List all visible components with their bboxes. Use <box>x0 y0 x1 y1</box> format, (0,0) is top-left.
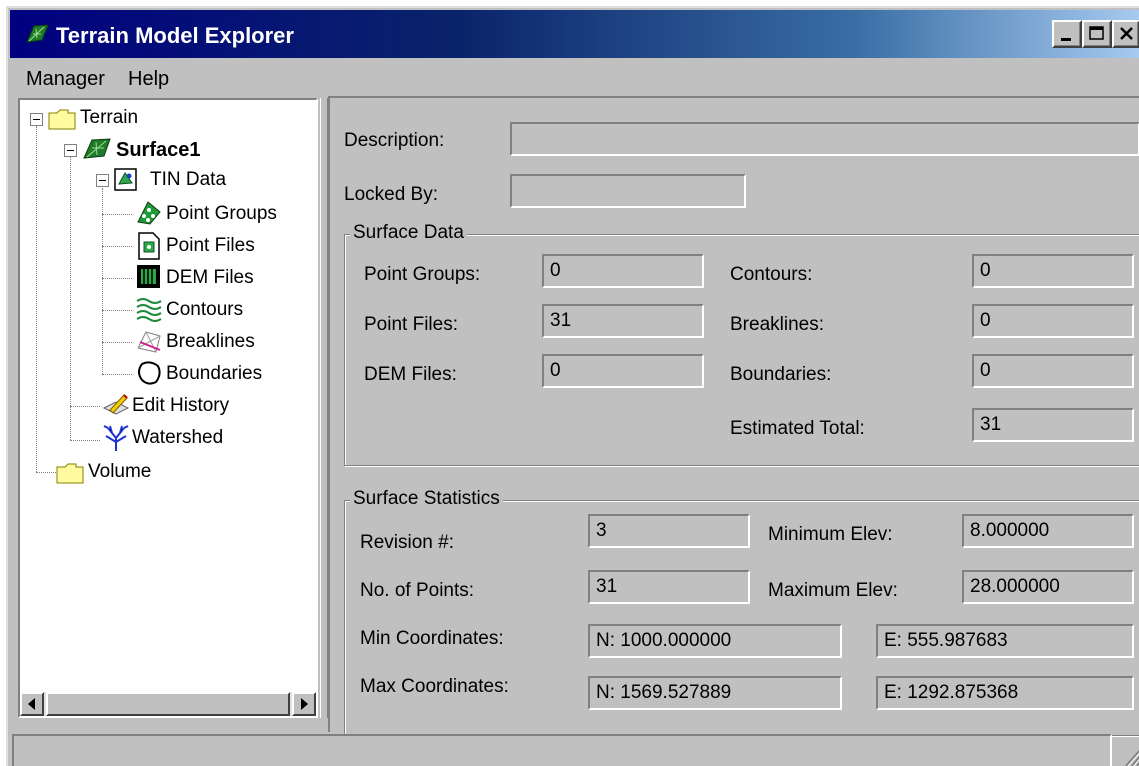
locked-by-label: Locked By: <box>344 184 438 205</box>
surface-details-panel: Description: Locked By: Surface Data Poi… <box>328 96 1139 736</box>
minimum-elev-label: Minimum Elev: <box>768 524 893 545</box>
tree-node-point-groups[interactable]: Point Groups <box>166 202 277 226</box>
revision-label: Revision #: <box>360 532 454 553</box>
panel-splitter[interactable] <box>320 98 328 718</box>
boundaries-icon <box>138 361 161 385</box>
tree-connector <box>102 278 132 279</box>
min-coordinates-n-field[interactable]: N: 1000.000000 <box>588 624 842 658</box>
max-coordinates-n-field[interactable]: N: 1569.527889 <box>588 676 842 710</box>
tree-connector <box>102 188 103 374</box>
edit-history-icon <box>102 394 130 415</box>
tree-connector <box>70 156 71 440</box>
terrain-leaf-icon <box>26 24 49 43</box>
window-title: Terrain Model Explorer <box>56 23 294 48</box>
breaklines-field[interactable]: 0 <box>972 304 1134 338</box>
tree-node-watershed[interactable]: Watershed <box>132 426 223 450</box>
tree-connector <box>36 126 37 472</box>
resize-grip-icon[interactable] <box>1118 738 1139 766</box>
tree-connector <box>102 310 132 311</box>
maximum-elev-label: Maximum Elev: <box>768 580 898 601</box>
breaklines-icon <box>137 331 161 353</box>
point-groups-label: Point Groups: <box>364 264 481 285</box>
scroll-left-button[interactable] <box>20 692 44 716</box>
point-groups-icon <box>137 201 161 225</box>
num-points-field[interactable]: 31 <box>588 570 750 604</box>
breaklines-label: Breaklines: <box>730 314 824 335</box>
menu-help[interactable]: Help <box>128 68 169 91</box>
minimum-elev-field[interactable]: 8.000000 <box>962 514 1134 548</box>
minimize-button[interactable] <box>1052 20 1082 48</box>
status-bar <box>12 734 1112 766</box>
tree-connector <box>70 440 100 441</box>
min-coordinates-label: Min Coordinates: <box>360 628 504 649</box>
estimated-total-field[interactable]: 31 <box>972 408 1134 442</box>
tree-node-terrain[interactable]: Terrain <box>80 106 138 130</box>
locked-by-field[interactable] <box>510 174 746 208</box>
contours-icon <box>136 298 162 322</box>
description-field[interactable] <box>510 122 1139 156</box>
tree-horizontal-scrollbar[interactable] <box>20 692 316 716</box>
boundaries-label: Boundaries: <box>730 364 832 385</box>
num-points-label: No. of Points: <box>360 580 475 601</box>
tree-node-contours[interactable]: Contours <box>166 298 243 322</box>
tree-node-breaklines[interactable]: Breaklines <box>166 330 255 354</box>
tree-connector <box>102 374 132 375</box>
tree-node-surface1[interactable]: Surface1 <box>116 138 201 162</box>
tree-connector <box>102 214 132 215</box>
menu-manager[interactable]: Manager <box>26 68 105 91</box>
expand-toggle-surface1[interactable] <box>64 144 77 157</box>
close-icon <box>1120 27 1133 40</box>
close-button[interactable] <box>1112 20 1139 48</box>
watershed-icon <box>103 425 129 451</box>
expand-toggle-tin-data[interactable] <box>96 174 109 187</box>
tree-connector <box>36 472 56 473</box>
dem-files-field[interactable]: 0 <box>542 354 704 388</box>
surface-data-title: Surface Data <box>350 222 467 244</box>
menu-bar: Manager Help <box>10 60 1139 96</box>
tin-data-icon <box>114 168 137 191</box>
expand-toggle-terrain[interactable] <box>30 113 43 126</box>
arrow-left-icon <box>28 698 35 710</box>
max-coordinates-label: Max Coordinates: <box>360 676 509 697</box>
folder-icon <box>48 109 76 130</box>
title-bar[interactable]: Terrain Model Explorer <box>10 10 1139 58</box>
scroll-right-button[interactable] <box>292 692 316 716</box>
tree-node-volume[interactable]: Volume <box>88 460 151 484</box>
tree-connector <box>102 342 132 343</box>
scroll-thumb[interactable] <box>46 692 290 716</box>
min-coordinates-e-field[interactable]: E: 555.987683 <box>876 624 1134 658</box>
contours-field[interactable]: 0 <box>972 254 1134 288</box>
tree-node-dem-files[interactable]: DEM Files <box>166 266 254 290</box>
dem-files-label: DEM Files: <box>364 364 457 385</box>
surface-statistics-title: Surface Statistics <box>350 488 503 510</box>
estimated-total-label: Estimated Total: <box>730 418 865 439</box>
terrain-model-explorer-window: Terrain Model Explorer Manager Help Terr… <box>6 6 1139 766</box>
surface-icon <box>83 138 111 159</box>
tree-connector <box>70 406 100 407</box>
point-files-label: Point Files: <box>364 314 458 335</box>
tree-node-tin-data[interactable]: TIN Data <box>150 168 226 192</box>
minimize-icon <box>1061 38 1071 41</box>
dem-files-icon <box>137 265 160 288</box>
tree-connector <box>102 246 132 247</box>
folder-icon <box>56 463 84 484</box>
tree-node-point-files[interactable]: Point Files <box>166 234 255 258</box>
tree-node-edit-history[interactable]: Edit History <box>132 394 229 418</box>
maximum-elev-field[interactable]: 28.000000 <box>962 570 1134 604</box>
boundaries-field[interactable]: 0 <box>972 354 1134 388</box>
point-files-field[interactable]: 31 <box>542 304 704 338</box>
arrow-right-icon <box>301 698 308 710</box>
point-groups-field[interactable]: 0 <box>542 254 704 288</box>
maximize-button[interactable] <box>1082 20 1112 48</box>
revision-field[interactable]: 3 <box>588 514 750 548</box>
tree-node-boundaries[interactable]: Boundaries <box>166 362 262 386</box>
description-label: Description: <box>344 130 445 151</box>
maximize-icon <box>1089 26 1104 40</box>
contours-label: Contours: <box>730 264 813 285</box>
tree-view[interactable]: Terrain Surface1 TIN Data Point Groups P <box>18 98 318 718</box>
max-coordinates-e-field[interactable]: E: 1292.875368 <box>876 676 1134 710</box>
point-files-icon <box>138 232 160 260</box>
